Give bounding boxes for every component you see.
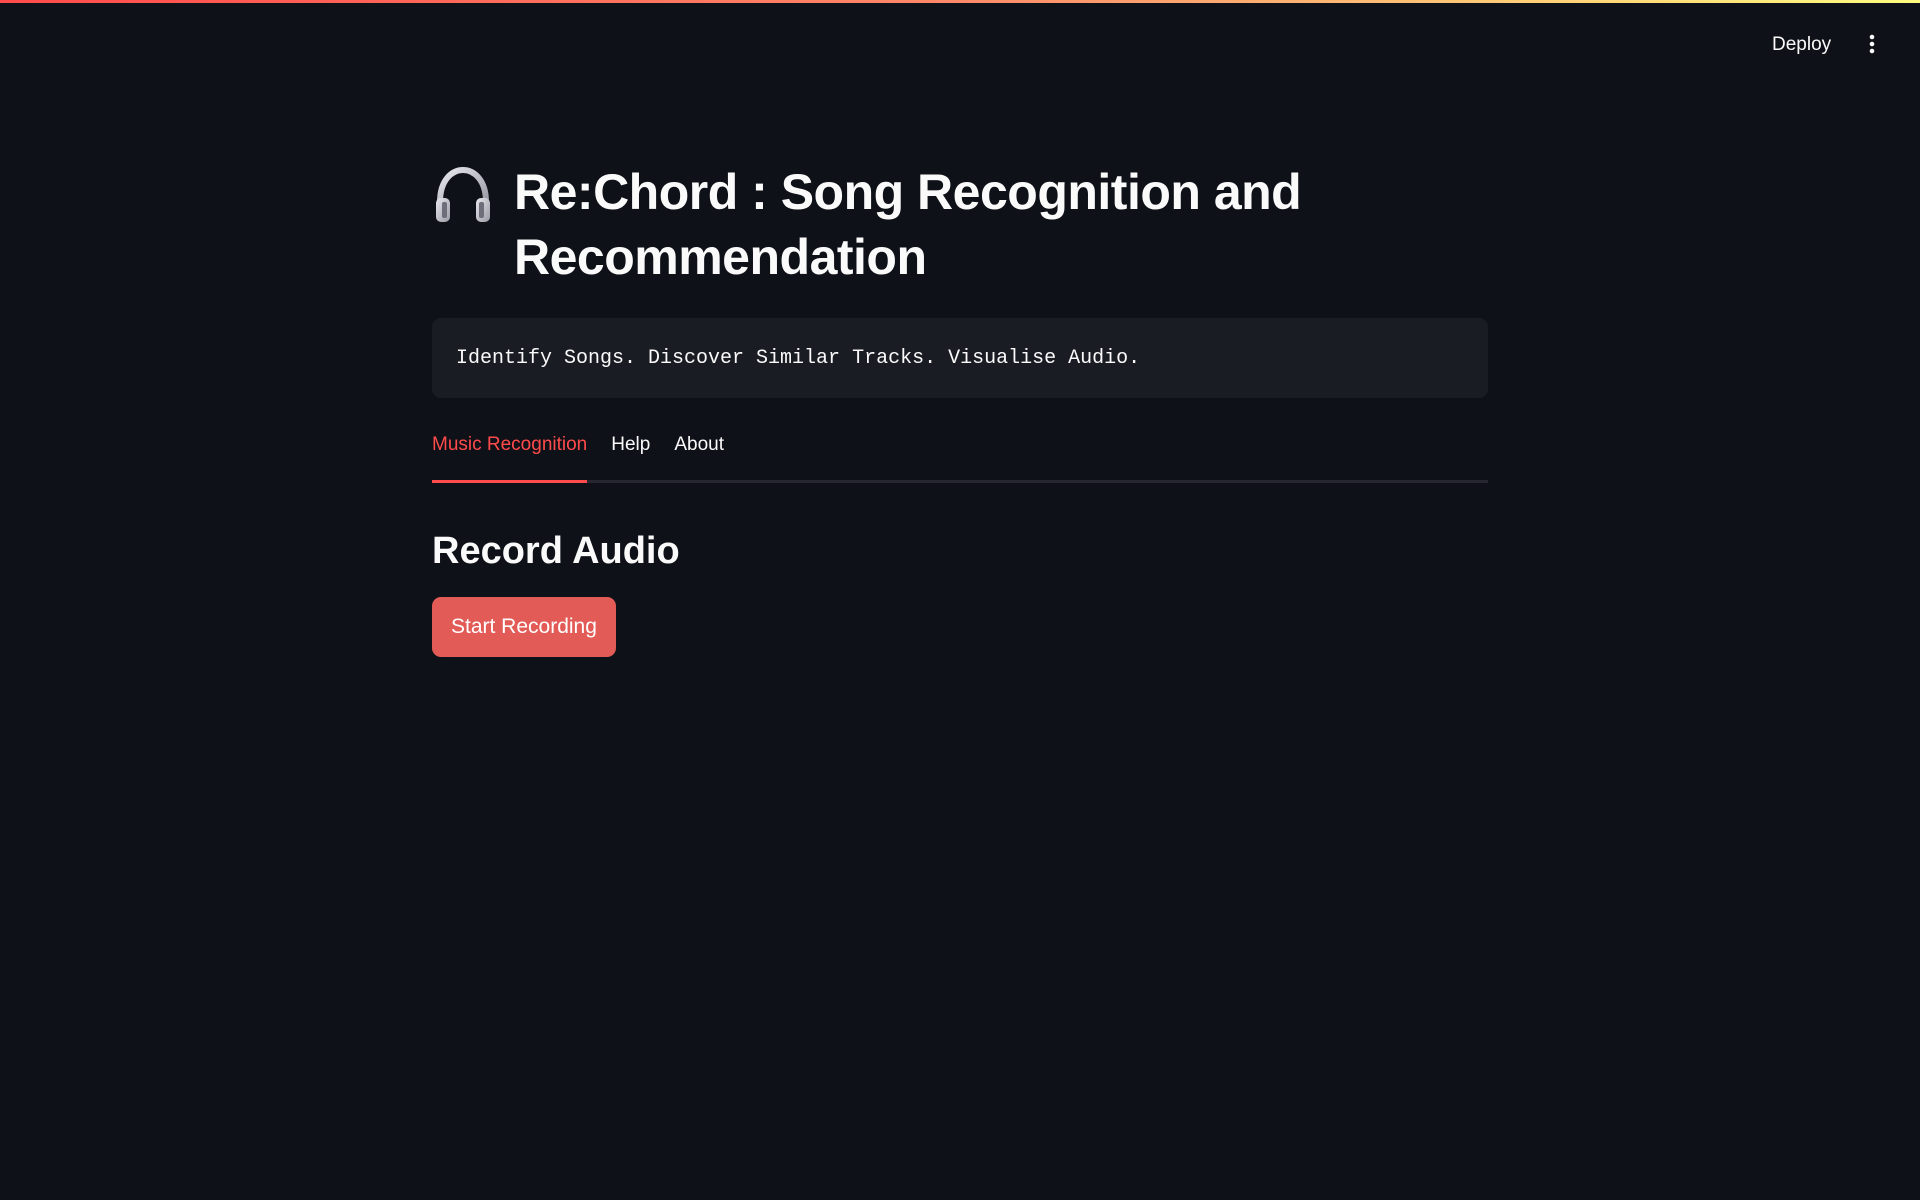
- section-title: Record Audio: [432, 530, 680, 572]
- start-recording-button[interactable]: Start Recording: [432, 597, 616, 657]
- tab-bar: Music Recognition Help About: [432, 428, 1488, 483]
- tagline-code-block: Identify Songs. Discover Similar Tracks.…: [432, 318, 1488, 398]
- headphones-icon: [432, 166, 494, 226]
- page-title-text: Re:Chord : Song Recognition and Recommen…: [514, 164, 1302, 285]
- tab-help[interactable]: Help: [611, 428, 650, 480]
- tagline-text: Identify Songs. Discover Similar Tracks.…: [456, 346, 1141, 370]
- page-title: Re:Chord : Song Recognition and Recommen…: [432, 160, 1488, 290]
- main-content: Re:Chord : Song Recognition and Recommen…: [432, 160, 1488, 657]
- tab-music-recognition[interactable]: Music Recognition: [432, 428, 588, 483]
- tab-about[interactable]: About: [674, 428, 724, 480]
- more-vertical-icon[interactable]: [1856, 26, 1888, 62]
- app-header: Deploy: [0, 0, 1920, 90]
- deploy-button[interactable]: Deploy: [1762, 27, 1841, 63]
